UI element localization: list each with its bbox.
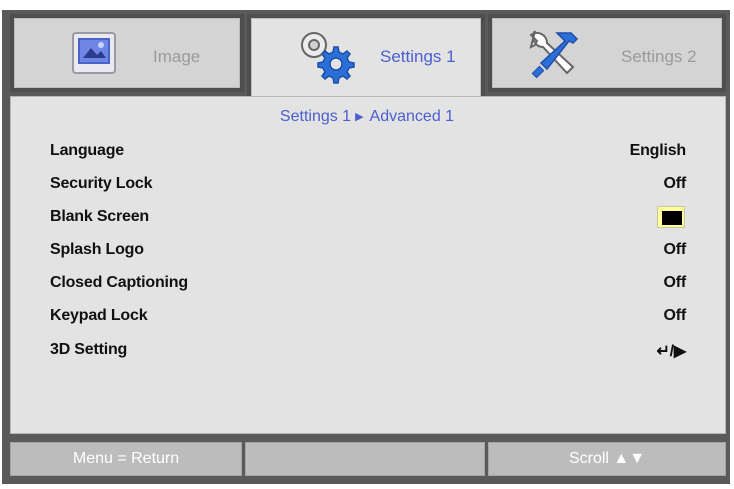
footer-scroll-hint: Scroll ▲▼	[488, 442, 726, 476]
tab-image[interactable]: Image	[10, 14, 244, 92]
menu-item-value: Off	[663, 175, 686, 192]
menu-item-value: English	[629, 142, 687, 159]
menu-item-language[interactable]: Language English	[50, 138, 686, 166]
tab-settings-2[interactable]: Settings 2	[488, 14, 726, 92]
enter-arrow-icon: ↵/▶	[656, 343, 686, 360]
menu-item-label: 3D Setting	[50, 341, 128, 358]
menu-item-label: Blank Screen	[50, 208, 149, 225]
breadcrumb-child: Advanced 1	[369, 108, 455, 125]
menu-item-label: Language	[50, 142, 124, 159]
breadcrumb-parent: Settings 1	[279, 108, 352, 125]
tools-icon	[523, 25, 583, 88]
image-icon	[71, 30, 117, 81]
menu-item-label: Security Lock	[50, 175, 153, 192]
menu-item-security-lock[interactable]: Security Lock Off	[50, 171, 686, 199]
menu-item-label: Closed Captioning	[50, 274, 188, 291]
menu-item-closed-captioning[interactable]: Closed Captioning Off	[50, 270, 686, 298]
tab-image-label: Image	[153, 47, 201, 66]
tab-settings-1[interactable]: Settings 1	[247, 14, 485, 104]
gears-icon	[292, 25, 358, 90]
menu-item-splash-logo[interactable]: Splash Logo Off	[50, 237, 686, 265]
tab-settings-2-label: Settings 2	[621, 47, 697, 66]
menu-item-value: Off	[663, 241, 686, 258]
breadcrumb: Settings 1 ▶ Advanced 1	[0, 108, 734, 126]
footer-menu-return-hint: Menu = Return	[10, 442, 242, 476]
tab-settings-1-label: Settings 1	[380, 47, 456, 66]
footer-middle-cell	[245, 442, 485, 476]
menu-item-label: Splash Logo	[50, 241, 144, 258]
blank-screen-color-swatch	[657, 206, 685, 228]
menu-item-keypad-lock[interactable]: Keypad Lock Off	[50, 303, 686, 331]
breadcrumb-arrow-icon: ▶	[355, 111, 364, 123]
menu-item-label: Keypad Lock	[50, 307, 148, 324]
menu-item-value: Off	[663, 274, 686, 291]
menu-item-value: Off	[663, 307, 686, 324]
menu-item-3d-setting[interactable]: 3D Setting ↵/▶	[50, 337, 686, 365]
menu-item-blank-screen[interactable]: Blank Screen	[50, 204, 686, 232]
